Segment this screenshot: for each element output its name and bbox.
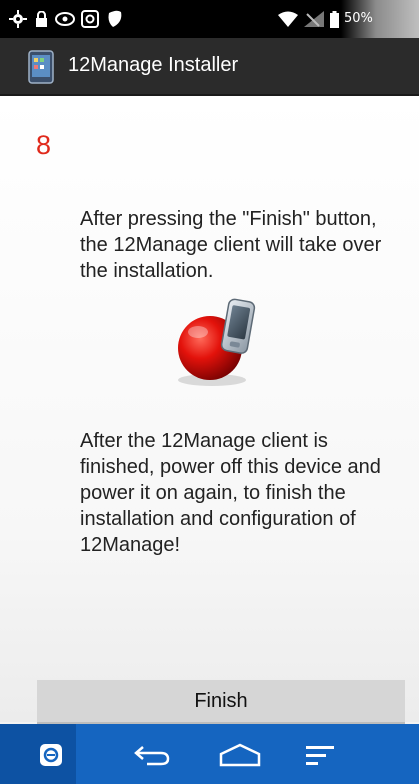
instruction-text-1: After pressing the "Finish" button, the … bbox=[80, 208, 382, 282]
main-content: 8 After pressing the "Finish" button, th… bbox=[0, 96, 419, 722]
remote-app-icon[interactable] bbox=[38, 742, 64, 768]
navigation-bar bbox=[0, 724, 419, 784]
step-number: 8 bbox=[36, 130, 52, 160]
wifi-icon bbox=[278, 9, 298, 29]
eye-icon bbox=[55, 9, 75, 29]
battery-icon bbox=[329, 9, 339, 29]
instruction-text-2: After the 12Manage client is finished, p… bbox=[80, 430, 381, 556]
lock-icon bbox=[34, 9, 48, 29]
finish-button[interactable]: Finish bbox=[37, 680, 405, 724]
shield-icon bbox=[106, 9, 124, 29]
no-signal-icon bbox=[303, 9, 325, 29]
action-bar: 12Manage Installer bbox=[0, 38, 419, 96]
red-ball-phone-icon bbox=[168, 292, 268, 392]
gear-icon bbox=[8, 9, 28, 29]
status-bar: 50% bbox=[0, 0, 419, 38]
app-tablet-icon bbox=[28, 50, 54, 84]
app-title: 12Manage Installer bbox=[68, 54, 239, 76]
home-icon[interactable] bbox=[218, 742, 262, 768]
battery-percent: 50% bbox=[344, 11, 373, 26]
phone-screen: 50% 12Manage Installer 8 After pressing … bbox=[0, 0, 419, 784]
back-icon[interactable] bbox=[132, 742, 172, 768]
recents-icon[interactable] bbox=[305, 742, 335, 768]
remote-icon bbox=[81, 9, 99, 29]
